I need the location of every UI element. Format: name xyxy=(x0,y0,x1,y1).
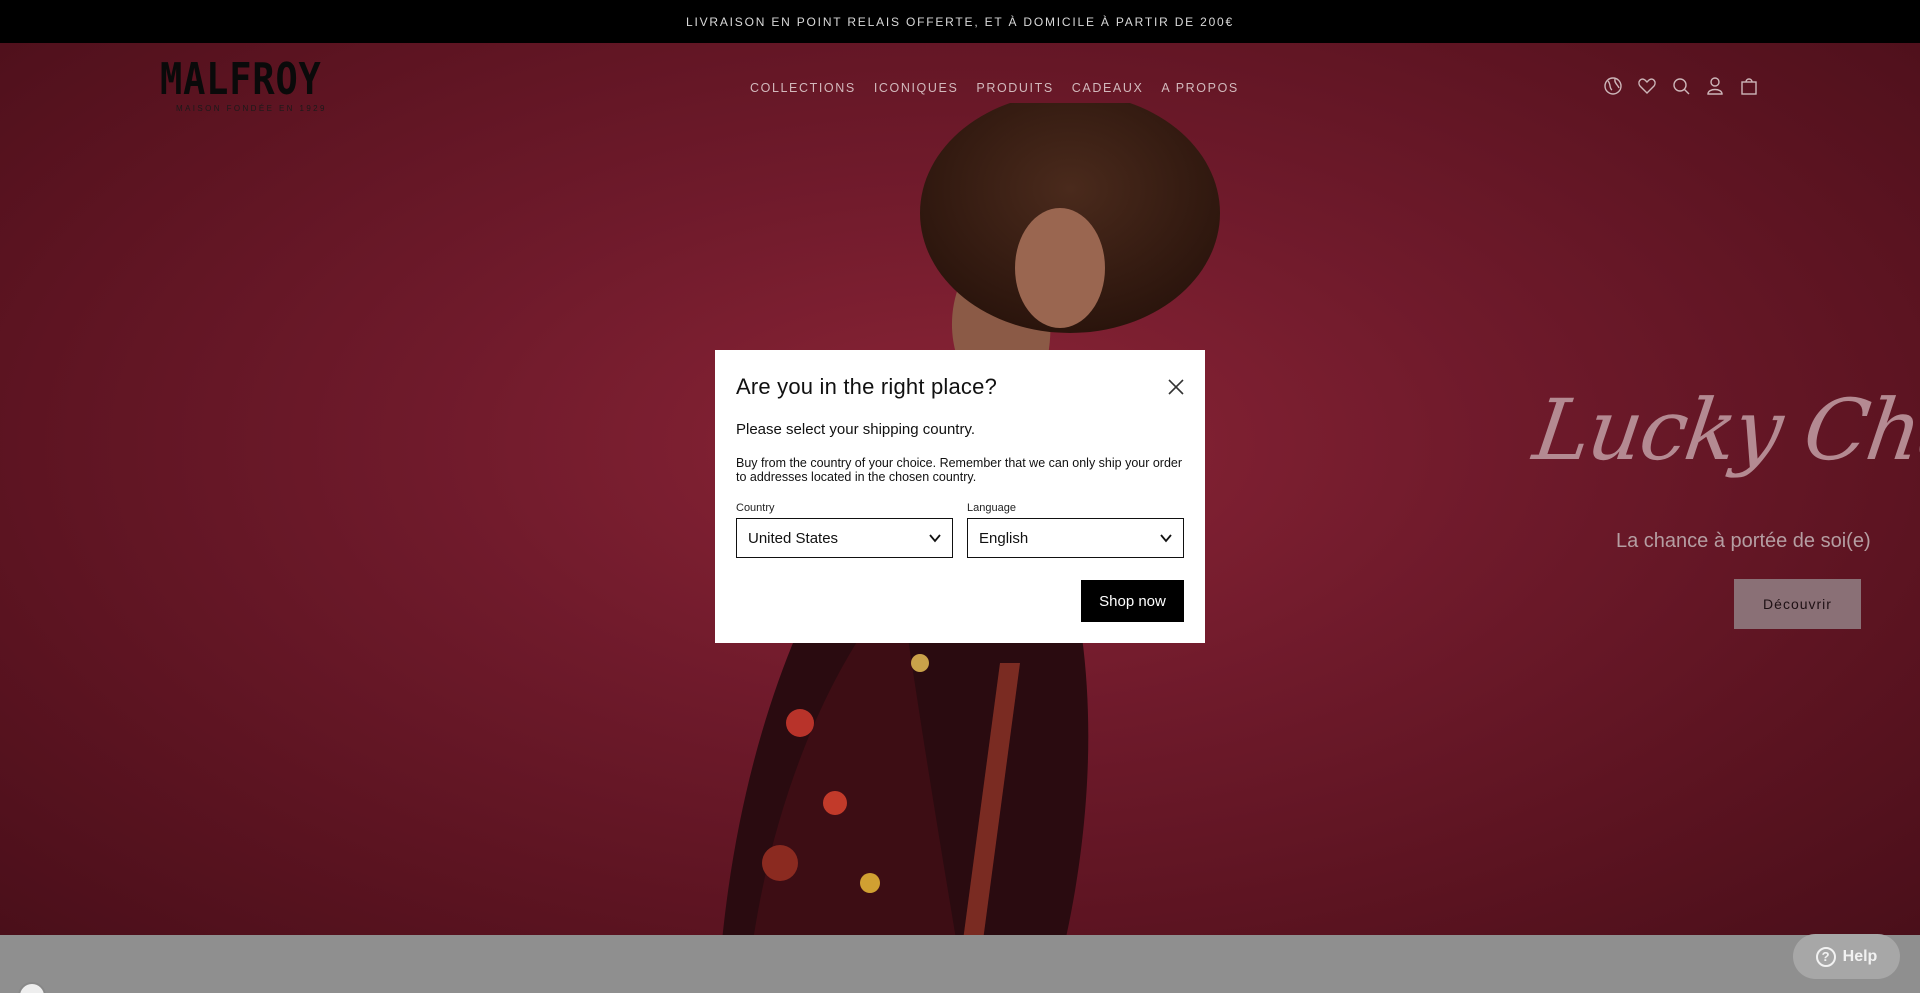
country-value: United States xyxy=(748,529,839,547)
country-select[interactable]: United States xyxy=(736,518,953,558)
help-button[interactable]: ? Help xyxy=(1793,934,1900,979)
country-label: Country xyxy=(736,502,775,514)
help-label: Help xyxy=(1842,947,1878,965)
country-selector-modal: Are you in the right place? Please selec… xyxy=(715,350,1205,643)
language-value: English xyxy=(979,529,1029,547)
chevron-down-icon xyxy=(929,534,941,543)
chevron-down-icon xyxy=(1160,534,1172,543)
country-field: Country United States xyxy=(736,502,953,558)
close-icon[interactable] xyxy=(1167,378,1185,396)
shop-now-button[interactable]: Shop now xyxy=(1081,580,1184,622)
modal-title: Are you in the right place? xyxy=(736,374,997,399)
language-select[interactable]: English xyxy=(967,518,1184,558)
help-icon: ? xyxy=(1815,946,1836,967)
language-label: Language xyxy=(967,502,1016,514)
modal-description: Buy from the country of your choice. Rem… xyxy=(736,456,1183,484)
modal-subtitle: Please select your shipping country. xyxy=(736,421,976,438)
language-field: Language English xyxy=(967,502,1184,558)
